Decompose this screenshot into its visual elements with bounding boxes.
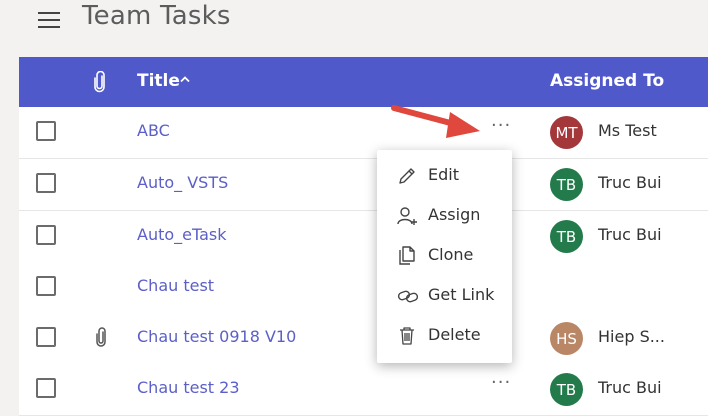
annotation-arrow xyxy=(391,105,480,138)
row-checkbox[interactable] xyxy=(36,276,56,296)
avatar: TB xyxy=(550,373,583,406)
menu-item-label: Delete xyxy=(428,325,481,344)
menu-item-assign[interactable]: Assign xyxy=(377,196,512,232)
task-title-link[interactable]: Chau test 0918 V10 xyxy=(137,327,296,346)
table-row[interactable]: Chau test 23 ··· TB Truc Bui xyxy=(19,364,708,416)
row-checkbox[interactable] xyxy=(36,173,56,193)
copy-icon xyxy=(399,246,415,265)
menu-item-clone[interactable]: Clone xyxy=(377,236,512,272)
assignee-name: Truc Bui xyxy=(598,173,662,192)
table-row[interactable]: Auto_eTask TB Truc Bui xyxy=(19,211,708,263)
row-checkbox[interactable] xyxy=(36,121,56,141)
menu-item-get-link[interactable]: Get Link xyxy=(377,276,512,312)
pencil-icon xyxy=(399,168,415,184)
assign-person-icon xyxy=(397,207,417,225)
top-bar: Team Tasks xyxy=(0,0,708,56)
more-options-icon[interactable]: ··· xyxy=(491,372,511,393)
hamburger-menu-icon[interactable] xyxy=(38,12,60,28)
row-checkbox[interactable] xyxy=(36,225,56,245)
menu-item-edit[interactable]: Edit xyxy=(377,156,512,192)
task-title-link[interactable]: Chau test xyxy=(137,276,214,295)
row-checkbox[interactable] xyxy=(36,327,56,347)
menu-item-delete[interactable]: Delete xyxy=(377,316,512,352)
assignee-name: Ms Test xyxy=(598,121,657,140)
menu-item-label: Assign xyxy=(428,205,481,224)
more-options-icon[interactable]: ··· xyxy=(491,115,511,136)
task-title-link[interactable]: Auto_ VSTS xyxy=(137,173,228,192)
task-title-link[interactable]: ABC xyxy=(137,121,170,140)
link-icon xyxy=(397,290,419,303)
avatar: HS xyxy=(550,322,583,355)
trash-icon xyxy=(400,327,414,345)
assignee-name: Truc Bui xyxy=(598,225,662,244)
attachment-column-icon xyxy=(94,71,105,93)
task-title-link[interactable]: Auto_eTask xyxy=(137,225,227,244)
table-header: Title Assigned To xyxy=(19,57,708,107)
task-title-link[interactable]: Chau test 23 xyxy=(137,378,240,397)
row-checkbox[interactable] xyxy=(36,378,56,398)
title-column-header[interactable]: Title xyxy=(137,71,180,91)
table-row[interactable]: Chau test xyxy=(19,262,708,314)
menu-item-label: Get Link xyxy=(428,285,495,304)
assigned-to-column-header[interactable]: Assigned To xyxy=(550,71,664,91)
avatar: TB xyxy=(550,168,583,201)
table-row[interactable]: Chau test 0918 V10 HS Hiep S... xyxy=(19,313,708,365)
attachment-icon xyxy=(96,327,106,347)
assignee-name: Truc Bui xyxy=(598,378,662,397)
context-menu: Edit Assign Clone Get Link Delete xyxy=(377,150,512,363)
avatar: TB xyxy=(550,220,583,253)
menu-item-label: Edit xyxy=(428,165,459,184)
assignee-name: Hiep S... xyxy=(598,327,665,346)
table-row[interactable]: ABC ··· MT Ms Test xyxy=(19,107,708,159)
menu-item-label: Clone xyxy=(428,245,474,264)
tasks-table: Title Assigned To ABC ··· MT Ms Test Aut… xyxy=(19,57,708,416)
page-title: Team Tasks xyxy=(82,1,231,31)
sort-ascending-icon[interactable] xyxy=(180,75,190,83)
table-row[interactable]: Auto_ VSTS TB Truc Bui xyxy=(19,159,708,211)
avatar: MT xyxy=(550,116,583,149)
